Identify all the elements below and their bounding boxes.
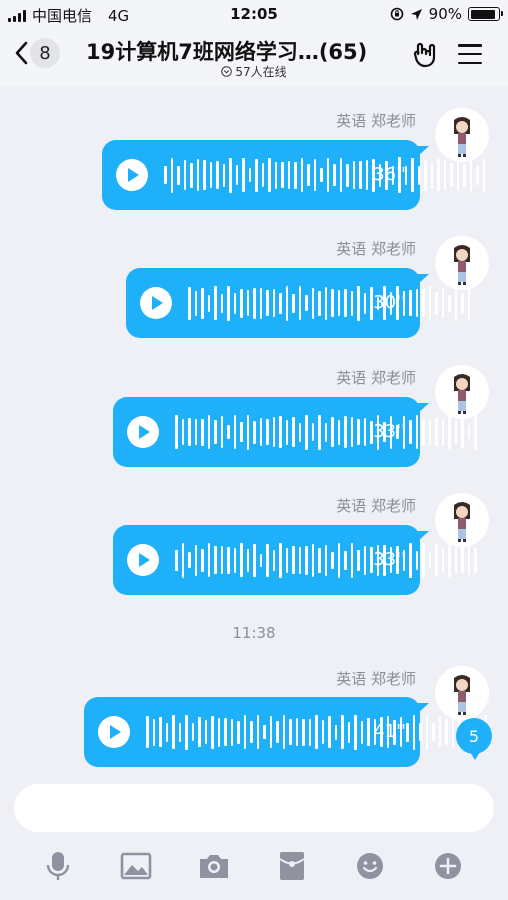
voice-message[interactable]: 41'': [84, 697, 487, 767]
voice-duration: 41'': [373, 721, 406, 742]
voice-duration: 36'': [373, 164, 406, 185]
battery-icon: [468, 7, 503, 21]
plus-icon[interactable]: [428, 846, 468, 886]
sender-name: 英语 郑老师: [336, 670, 416, 688]
play-icon[interactable]: [140, 287, 172, 319]
microphone-icon[interactable]: [38, 846, 78, 886]
sender-name: 英语 郑老师: [336, 497, 416, 515]
chevron-down-circle-icon: [221, 66, 233, 77]
play-icon[interactable]: [127, 544, 159, 576]
red-packet-icon[interactable]: [272, 846, 312, 886]
image-icon[interactable]: [116, 846, 156, 886]
voice-message[interactable]: 33'': [113, 525, 477, 595]
battery-percent: 90%: [428, 5, 462, 23]
location-icon: [410, 8, 422, 20]
sender-name: 英语 郑老师: [336, 240, 416, 258]
time-separator: 11:38: [232, 624, 276, 642]
emoji-icon[interactable]: [350, 846, 390, 886]
voice-message[interactable]: 30'': [126, 268, 470, 338]
voice-duration: 30'': [373, 292, 406, 313]
waveform: [175, 397, 477, 467]
menu-icon[interactable]: [458, 44, 482, 64]
waveform: [164, 140, 485, 210]
play-icon[interactable]: [98, 716, 130, 748]
waveform: [175, 525, 477, 595]
sender-name: 英语 郑老师: [336, 369, 416, 387]
voice-message[interactable]: 33'': [113, 397, 477, 467]
play-icon[interactable]: [116, 159, 148, 191]
waveform: [188, 268, 470, 338]
input-toolbar: [0, 846, 508, 886]
voice-duration: 33'': [373, 421, 406, 442]
orientation-lock-icon: [390, 7, 403, 21]
waveform: [146, 697, 487, 767]
chat-title[interactable]: 19计算机7班网络学习…(65): [86, 36, 367, 66]
camera-icon[interactable]: [194, 846, 234, 886]
status-bar: 中国电信 4G 12:05 90%: [0, 0, 508, 28]
play-icon[interactable]: [127, 416, 159, 448]
input-area: [0, 772, 508, 900]
hand-gesture-icon[interactable]: [412, 42, 438, 68]
sender-name: 英语 郑老师: [336, 112, 416, 130]
online-count: 57人在线: [235, 65, 287, 79]
voice-duration: 33'': [373, 549, 406, 570]
chat-header: 8 19计算机7班网络学习…(65) 57人在线: [0, 28, 508, 86]
voice-message[interactable]: 36'': [102, 140, 485, 210]
chevron-left-icon: [15, 41, 28, 65]
new-message-badge[interactable]: 5: [456, 718, 492, 760]
message-input[interactable]: [14, 784, 494, 832]
